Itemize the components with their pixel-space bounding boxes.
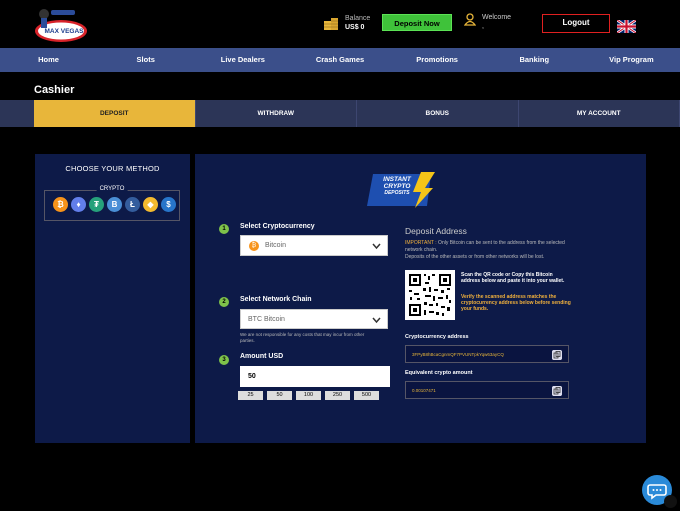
quick-amount-250[interactable]: 250 [325,391,350,400]
coins-icon [324,18,338,30]
copy-address-icon[interactable] [552,350,562,360]
amount-label: Amount USD [240,353,284,360]
step-1-badge: 1 [219,224,229,234]
tabs-bar-left [0,100,34,127]
max-vegas-logo[interactable] [33,4,89,44]
crypto-group-label: CRYPTO [96,186,128,192]
copy-amount-icon[interactable] [552,386,562,396]
tether-icon[interactable]: ₮ [89,197,104,212]
cashier-tabs: DEPOSIT WITHDRAW BONUS MY ACCOUNT [34,100,680,127]
badge-line-3: DEPOSITS [384,190,410,196]
nav-vip-program[interactable]: Vip Program [583,48,680,72]
equivalent-amount-field[interactable]: 0.00107471 [405,381,569,399]
chain-disclaimer: We are not responsible for any costs tha… [240,332,365,343]
bitcoin-icon[interactable]: ₿ [53,197,68,212]
chat-status-badge [664,495,677,508]
logo-text: MAX VEGAS [44,28,84,35]
tab-bonus[interactable]: BONUS [357,100,519,127]
tab-withdraw[interactable]: WITHDRAW [196,100,357,127]
select-crypto-label: Select Cryptocurrency [240,223,315,230]
qr-code [405,270,455,320]
balance: Balance US$ 0 [323,14,370,32]
main-nav: Home Slots Live Dealers Crash Games Prom… [0,48,680,72]
logout-button[interactable]: Logout [542,14,610,33]
welcome-label: Welcome [482,14,512,21]
chevron-down-icon [372,317,381,324]
chevron-down-icon [372,243,381,250]
crypto-address-value: 3FPyB8hBcaCgnmQF7PVUNTpkYqw63ayCQ [412,352,504,357]
important-text-2: Deposits of the other assets or from oth… [405,254,545,260]
nav-banking[interactable]: Banking [486,48,583,72]
welcome: Welcome , [464,13,511,31]
tab-deposit[interactable]: DEPOSIT [34,100,196,127]
tab-my-account[interactable]: MY ACCOUNT [519,100,680,127]
deposit-address-title: Deposit Address [405,226,467,236]
page-title: Cashier [34,84,75,96]
quick-amount-25[interactable]: 25 [238,391,263,400]
crypto-address-field[interactable]: 3FPyB8hBcaCgnmQF7PVUNTpkYqw63ayCQ [405,345,569,363]
chain-select[interactable]: BTC Bitcoin [240,309,388,329]
important-label: IMPORTANT : [405,240,437,246]
important-notice: IMPORTANT : Only Bitcoin can be sent to … [405,240,575,261]
method-sidebar: CHOOSE YOUR METHOD CRYPTO ₿ ♦ ₮ B Ł ◆ $ [35,154,190,443]
crypto-select[interactable]: ₿ Bitcoin [240,235,388,256]
bitcoin-cash-icon[interactable]: B [107,197,122,212]
verify-warning: Verify the scanned address matches the c… [461,294,571,312]
step-2-badge: 2 [219,297,229,307]
nav-promotions[interactable]: Promotions [389,48,486,72]
crypto-address-label: Cryptocurrency address [405,334,469,340]
balance-label: Balance [345,15,371,22]
chain-select-value: BTC Bitcoin [248,315,285,323]
nav-home[interactable]: Home [0,48,97,72]
ethereum-icon[interactable]: ♦ [71,197,86,212]
uk-flag-icon[interactable] [617,20,636,33]
bitcoin-icon: ₿ [249,240,259,251]
bnb-icon[interactable]: ◆ [143,197,158,212]
top-bar: MAX VEGAS Balance US$ 0 Deposit Now Welc… [0,0,680,48]
litecoin-icon[interactable]: Ł [125,197,140,212]
crypto-select-value: Bitcoin [265,242,287,249]
user-icon [464,13,476,26]
quick-amounts: 25 50 100 250 500 [238,391,379,400]
welcome-user: , [482,23,484,30]
quick-amount-100[interactable]: 100 [296,391,321,400]
deposit-now-button[interactable]: Deposit Now [382,14,452,31]
scan-instructions: Scan the QR code or Copy this Bitcoin ad… [461,272,565,284]
deposit-panel: INSTANT CRYPTO DEPOSITS 1 Select Cryptoc… [195,154,646,443]
crypto-method-group[interactable]: CRYPTO ₿ ♦ ₮ B Ł ◆ $ [44,186,180,221]
step-3-badge: 3 [219,355,229,365]
equivalent-amount-value: 0.00107471 [412,388,436,393]
badge-line-1: INSTANT [383,176,411,183]
amount-input[interactable]: 50 [240,366,390,387]
quick-amount-50[interactable]: 50 [267,391,292,400]
balance-value: US$ 0 [345,24,365,31]
choose-method-title: CHOOSE YOUR METHOD [65,164,160,173]
usdc-icon[interactable]: $ [161,197,176,212]
badge-line-2: CRYPTO [383,183,411,190]
quick-amount-500[interactable]: 500 [354,391,379,400]
select-chain-label: Select Network Chain [240,296,312,303]
nav-slots[interactable]: Slots [97,48,194,72]
equivalent-amount-label: Equivalent crypto amount [405,370,473,376]
nav-crash-games[interactable]: Crash Games [291,48,388,72]
nav-live-dealers[interactable]: Live Dealers [194,48,291,72]
